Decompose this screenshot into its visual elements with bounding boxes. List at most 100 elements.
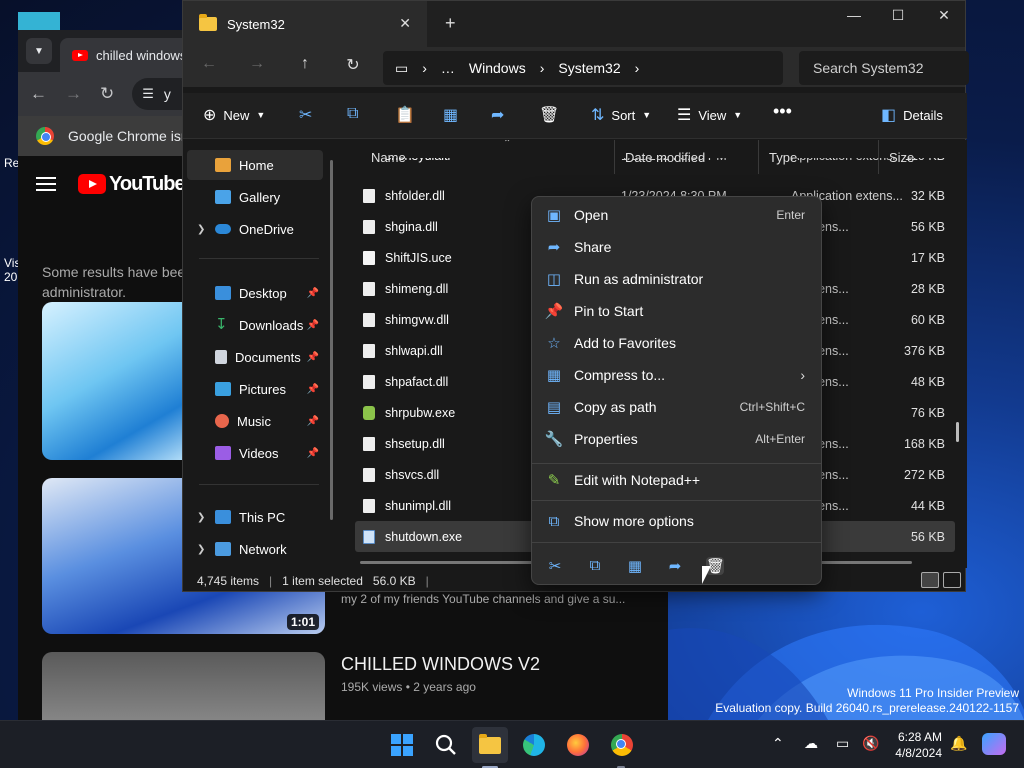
status-divider: | [269, 573, 273, 588]
menu-item-open[interactable]: ▣ Open Enter [536, 199, 819, 231]
copilot-icon[interactable] [982, 733, 1006, 755]
forward-arrow-icon[interactable]: → [245, 55, 269, 73]
nav-item-videos[interactable]: Videos 📌 [187, 438, 323, 468]
back-arrow-icon[interactable]: ← [30, 84, 47, 104]
back-arrow-icon[interactable]: ← [197, 55, 221, 73]
chevron-down-icon: ▼ [256, 110, 266, 120]
nav-item-network[interactable]: ❯ Network [187, 534, 323, 564]
share-icon[interactable]: ➦ [666, 557, 684, 575]
new-tab-icon[interactable]: + [445, 13, 456, 34]
address-bar[interactable]: ▭ › … Windows › System32 › [383, 51, 783, 85]
maximize-button[interactable]: ☐ [875, 7, 921, 27]
taskbar-file-explorer[interactable] [472, 727, 508, 763]
taskbar-edge[interactable] [516, 727, 552, 763]
new-button[interactable]: ⊕ New ▼ [203, 105, 265, 125]
menu-item-properties[interactable]: 🔧 Properties Alt+Enter [536, 423, 819, 455]
video-thumbnail[interactable] [42, 302, 192, 460]
rename-button[interactable]: ▦ [443, 105, 458, 125]
desktop-icon-partial[interactable] [18, 12, 60, 32]
refresh-icon[interactable]: ↻ [341, 55, 365, 75]
video-title[interactable]: CHILLED WINDOWS V2 [341, 654, 540, 675]
file-name: shcheyuialti [355, 158, 505, 163]
nav-item-gallery[interactable]: Gallery [187, 182, 323, 212]
youtube-logo[interactable]: YouTube [78, 173, 186, 196]
rename-icon[interactable]: ▦ [626, 557, 644, 575]
nav-item-desktop[interactable]: Desktop 📌 [187, 278, 323, 308]
chevron-right-icon[interactable]: › [540, 60, 545, 76]
taskbar-firefox[interactable] [560, 727, 596, 763]
tiles-view-toggle[interactable] [943, 572, 961, 588]
hamburger-menu-icon[interactable] [36, 177, 56, 191]
pin-icon[interactable]: 📌 [307, 416, 319, 427]
plus-circle-icon: ⊕ [203, 107, 217, 124]
up-arrow-icon[interactable]: ↑ [293, 55, 317, 73]
copy-button[interactable]: ⧉ [347, 105, 358, 123]
nav-item-home[interactable]: Home [187, 150, 323, 180]
nav-item-onedrive[interactable]: ❯ OneDrive [187, 214, 323, 244]
more-options-icon[interactable]: ••• [773, 101, 792, 122]
copy-icon[interactable]: ⧉ [586, 557, 604, 575]
view-button[interactable]: ☰ View ▼ [677, 105, 742, 125]
share-button[interactable]: ➦ [491, 105, 504, 125]
sort-button[interactable]: ⇅ Sort ▼ [591, 105, 651, 125]
menu-item-edit-notepad[interactable]: ✎ Edit with Notepad++ [536, 464, 819, 496]
vertical-scrollbar-thumb[interactable] [956, 422, 959, 442]
volume-icon[interactable]: 🔇 [862, 735, 879, 752]
notification-bell-icon[interactable]: 🔔 [950, 735, 967, 752]
pin-icon[interactable]: 📌 [307, 352, 319, 363]
tab-search-button[interactable]: ▼ [26, 38, 52, 64]
pin-icon[interactable]: 📌 [307, 384, 319, 395]
nav-item-pictures[interactable]: Pictures 📌 [187, 374, 323, 404]
menu-item-compress-to[interactable]: ▦ Compress to... › [536, 359, 819, 391]
taskbar-clock[interactable]: 6:28 AM 4/8/2024 [890, 729, 942, 761]
menu-item-share[interactable]: ➦ Share [536, 231, 819, 263]
video-thumbnail[interactable] [42, 652, 325, 720]
search-button[interactable] [428, 727, 464, 763]
minimize-button[interactable]: — [831, 7, 877, 27]
nav-item-documents[interactable]: Documents 📌 [187, 342, 323, 372]
forward-arrow-icon[interactable]: → [65, 84, 82, 104]
nav-item-this-pc[interactable]: ❯ This PC [187, 502, 323, 532]
clock-date: 4/8/2024 [895, 746, 942, 760]
menu-item-copy-as-path[interactable]: ▤ Copy as path Ctrl+Shift+C [536, 391, 819, 423]
menu-item-show-more[interactable]: ⧉ Show more options [536, 505, 819, 537]
taskbar-chrome[interactable] [604, 727, 640, 763]
start-button[interactable] [384, 727, 420, 763]
table-row-partial[interactable]: shcheyuialti 1/22/2024 8:30 PM Application… [355, 158, 955, 172]
nav-scrollbar[interactable] [330, 160, 333, 520]
network-disconnected-icon[interactable]: ☁ [804, 735, 818, 752]
delete-button[interactable]: 🗑 [539, 105, 559, 125]
nav-item-downloads[interactable]: ↧ Downloads 📌 [187, 310, 323, 340]
details-pane-button[interactable]: ◧ Details [881, 105, 943, 125]
details-view-toggle[interactable] [921, 572, 939, 588]
breadcrumb-item[interactable]: Windows [469, 60, 526, 76]
scissors-icon[interactable]: ✂ [546, 557, 564, 575]
menu-item-add-to-favorites[interactable]: ☆ Add to Favorites [536, 327, 819, 359]
menu-item-run-as-administrator[interactable]: ◫ Run as administrator [536, 263, 819, 295]
chevron-right-icon[interactable]: ❯ [197, 544, 205, 555]
share-icon: ➦ [491, 107, 505, 124]
close-tab-icon[interactable]: ✕ [399, 15, 411, 32]
chevron-right-icon[interactable]: › [422, 60, 427, 76]
pin-icon[interactable]: 📌 [307, 320, 319, 331]
chevron-up-icon[interactable]: ⌃ [772, 735, 784, 752]
reload-icon[interactable]: ↻ [100, 84, 114, 104]
nav-item-music[interactable]: Music 📌 [187, 406, 323, 436]
paste-button[interactable]: 📋 [395, 105, 415, 125]
chevron-right-icon[interactable]: ❯ [197, 224, 205, 235]
overflow-dots-icon[interactable]: … [441, 60, 455, 76]
search-input[interactable]: Search System32 [799, 51, 969, 85]
cut-button[interactable]: ✂ [299, 105, 312, 125]
pin-icon[interactable]: 📌 [307, 288, 319, 299]
folder-icon [199, 14, 217, 31]
display-icon[interactable]: ▭ [836, 735, 849, 752]
menu-item-pin-to-start[interactable]: 📌 Pin to Start [536, 295, 819, 327]
chevron-right-icon[interactable]: › [635, 60, 640, 76]
site-settings-icon[interactable]: ☰ [142, 86, 154, 102]
breadcrumb-item[interactable]: System32 [558, 60, 620, 76]
close-window-button[interactable]: ✕ [921, 7, 967, 27]
explorer-tab[interactable]: System32 ✕ [183, 1, 427, 47]
chevron-right-icon[interactable]: ❯ [197, 512, 205, 523]
copy-path-icon: ▤ [546, 399, 562, 416]
pin-icon[interactable]: 📌 [307, 448, 319, 459]
